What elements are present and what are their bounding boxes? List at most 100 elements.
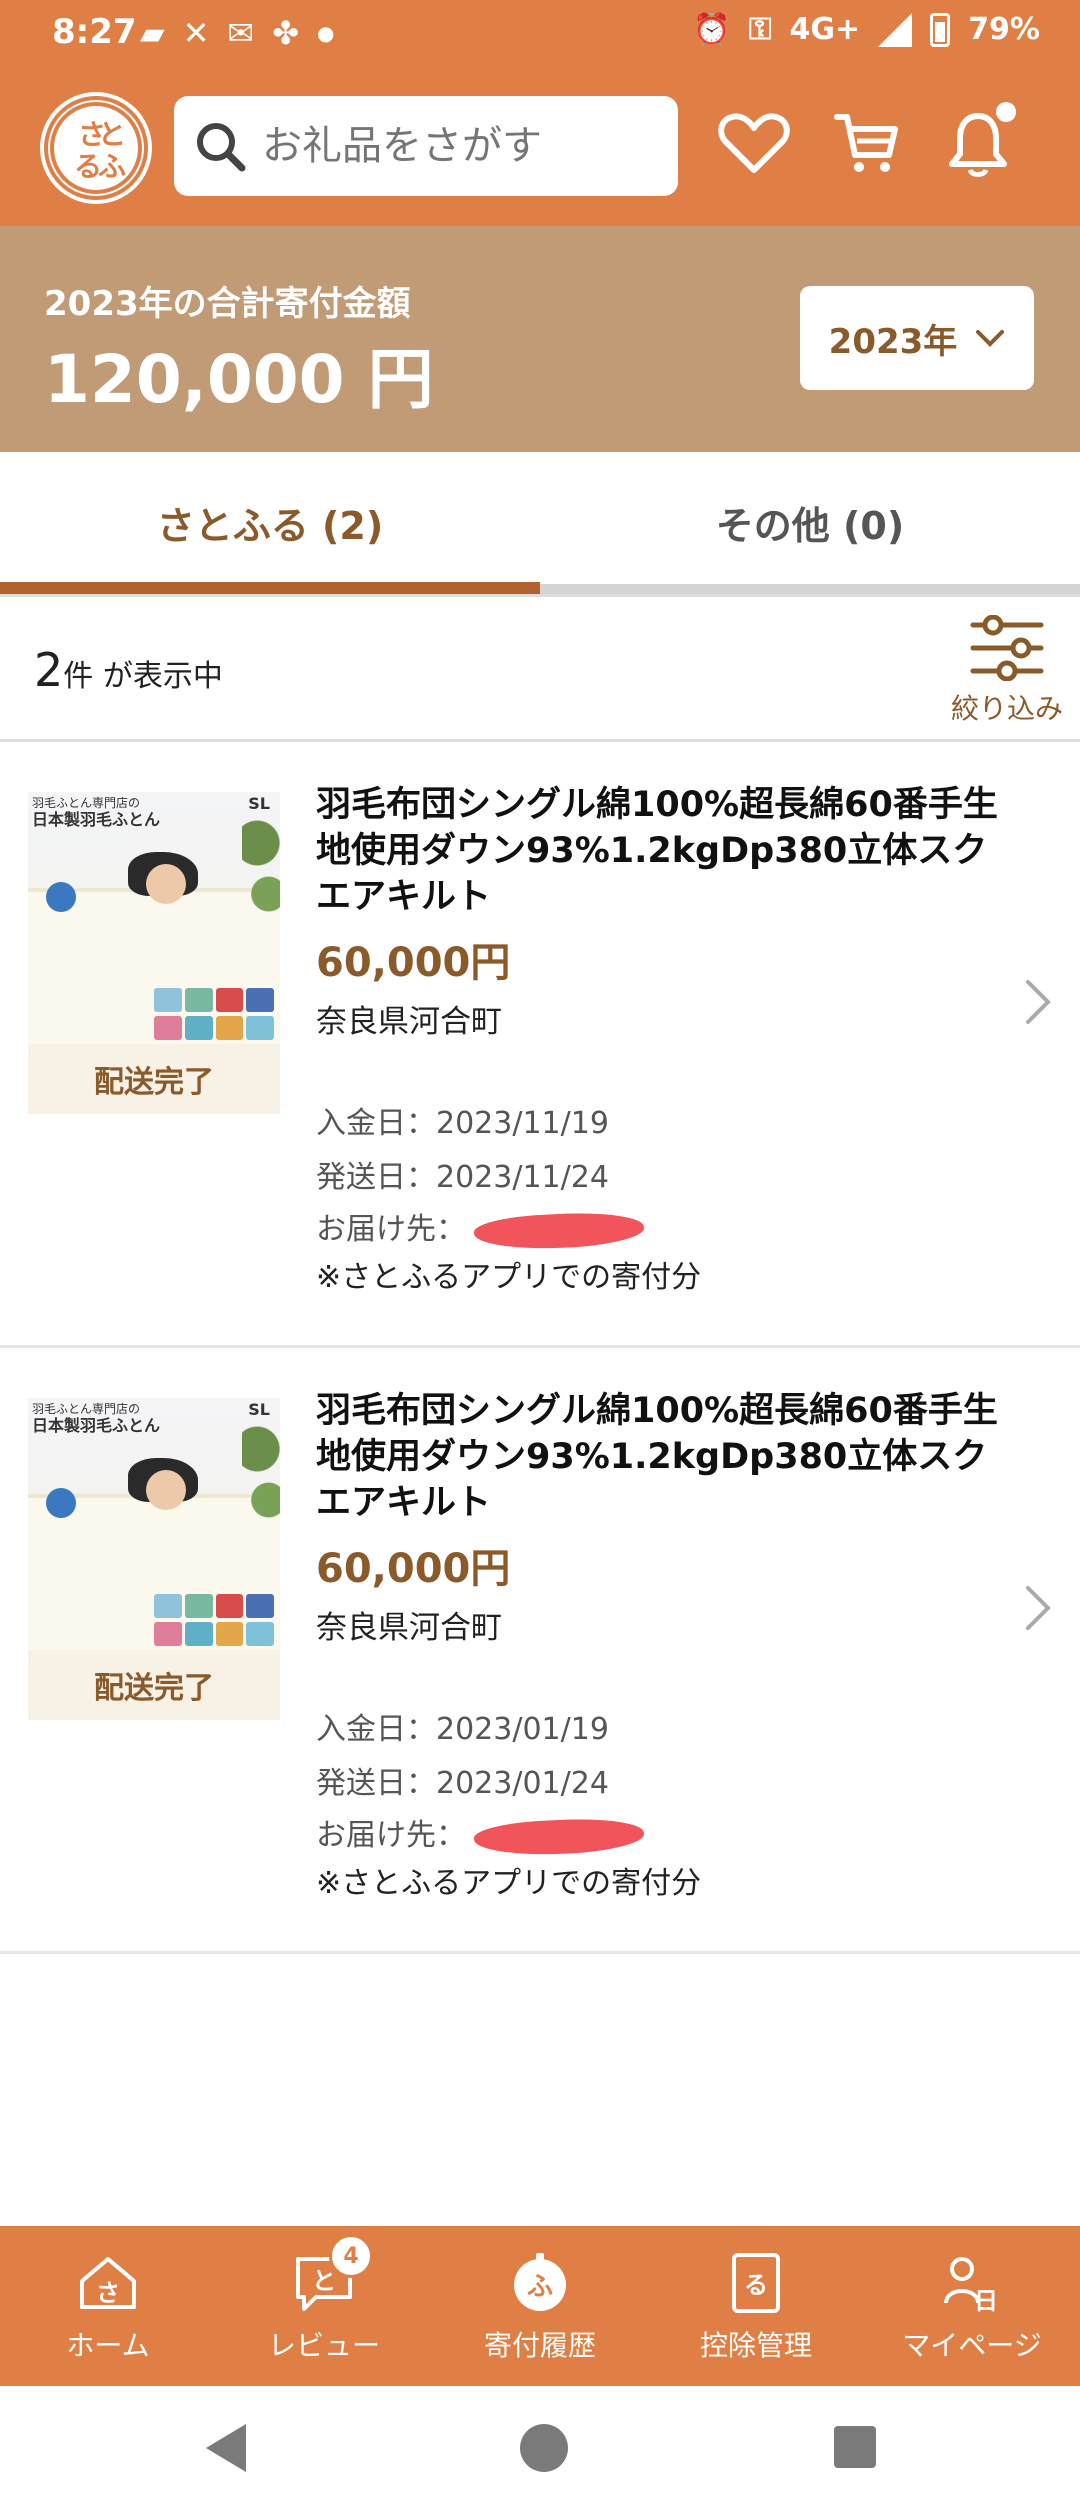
delivery-label: お届け先： <box>316 1212 466 1247</box>
search-icon <box>192 118 248 174</box>
notifications-button[interactable] <box>940 102 1016 182</box>
tab-other[interactable]: その他 (0) <box>540 452 1080 592</box>
notification-icons: ▰ ✕ ✉ ✤ ● <box>140 14 335 52</box>
nav-mypage[interactable]: 日 マイページ <box>864 2226 1080 2386</box>
item-title: 羽毛布団シングル綿100%超長綿60番手生地使用ダウン93%1.2kgDp380… <box>316 785 998 917</box>
history-icon: ふ <box>505 2248 575 2318</box>
deduction-icon: る <box>721 2248 791 2318</box>
app-header: さ と る ふ <box>0 66 1080 226</box>
feature-badges <box>154 988 274 1040</box>
pinwheel-icon: ✤ <box>272 14 300 52</box>
home-circle-icon[interactable] <box>520 2424 568 2472</box>
delivery-label: お届け先： <box>316 1818 466 1853</box>
battery-level: 79% <box>968 12 1040 47</box>
tab-indicator-active <box>0 582 540 594</box>
donation-item[interactable]: 羽毛ふとん専門店の 日本製羽毛ふとん SL 配送完了 羽毛布団シングル綿100%… <box>0 742 1080 1348</box>
plant-graphic <box>242 1398 280 1568</box>
battery-icon <box>930 12 951 47</box>
item-thumbnail: 羽毛ふとん専門店の 日本製羽毛ふとん SL 配送完了 <box>28 792 280 1114</box>
app-donation-note: ※さとふるアプリでの寄付分 <box>316 1260 702 1295</box>
status-bar: 8:27 ▰ ✕ ✉ ✤ ● ⏰ ⚿ 4G+ 79% <box>0 0 1080 66</box>
year-select-value: 2023年 <box>828 321 958 362</box>
cart-button[interactable] <box>828 106 904 182</box>
result-count: 2件 が表示中 <box>34 643 223 697</box>
clock-graphic <box>46 1488 76 1518</box>
favorites-button[interactable] <box>716 106 792 182</box>
redacted-address <box>473 1815 645 1858</box>
search-input[interactable] <box>262 123 642 169</box>
back-icon[interactable] <box>206 2424 246 2472</box>
nav-history-label: 寄付履歴 <box>483 2329 596 2362</box>
home-icon: さ <box>73 2248 143 2318</box>
delivery-status: 配送完了 <box>94 1671 214 1706</box>
summary-label: 2023年の合計寄付金額 <box>44 284 411 324</box>
gmail-icon: ✉ <box>227 14 255 52</box>
thumb-tagline: 羽毛ふとん専門店の 日本製羽毛ふとん <box>32 1402 160 1436</box>
signal-icon <box>878 12 913 47</box>
item-region: 奈良県河合町 <box>316 1610 502 1646</box>
feature-badges <box>154 1594 274 1646</box>
result-count-number: 2 <box>34 643 64 697</box>
nav-review-label: レビュー <box>267 2329 380 2362</box>
donation-item[interactable]: 羽毛ふとん専門店の 日本製羽毛ふとん SL 配送完了 羽毛布団シングル綿100%… <box>0 1348 1080 1954</box>
nav-review[interactable]: と 4 レビュー <box>216 2226 432 2386</box>
thumb-tagline-small: 羽毛ふとん専門店の <box>32 796 141 810</box>
review-count-badge: 4 <box>329 2234 373 2278</box>
recent-apps-icon[interactable] <box>834 2426 876 2468</box>
satofull-logo[interactable]: さ と る ふ <box>44 96 148 200</box>
bottom-navigation: さ ホーム と 4 レビュー ふ 寄付履歴 る 控除管理 日 マイページ <box>0 2226 1080 2386</box>
thumb-tagline-main: 日本製羽毛ふとん <box>32 810 161 830</box>
nav-deduction[interactable]: る 控除管理 <box>648 2226 864 2386</box>
tab-satofull[interactable]: さとふる (2) <box>0 452 540 592</box>
nav-home-label: ホーム <box>66 2329 150 2362</box>
donation-summary: 2023年の合計寄付金額 120,000 円 2023年 <box>0 226 1080 452</box>
history-glyph: ふ <box>527 2272 553 2302</box>
ship-date: 発送日：2023/01/24 <box>316 1766 609 1801</box>
status-right: ⏰ ⚿ 4G+ 79% <box>693 12 1040 47</box>
item-price: 60,000円 <box>316 940 511 986</box>
cart-icon <box>834 114 898 172</box>
redacted-address <box>473 1209 645 1252</box>
ship-date: 発送日：2023/11/24 <box>316 1160 609 1195</box>
nav-history[interactable]: ふ 寄付履歴 <box>432 2226 648 2386</box>
product-image: 羽毛ふとん専門店の 日本製羽毛ふとん SL <box>28 1398 280 1650</box>
mypage-glyph: 日 <box>974 2287 998 2315</box>
year-select[interactable]: 2023年 <box>800 286 1034 390</box>
thumb-tagline: 羽毛ふとん専門店の 日本製羽毛ふとん <box>32 796 160 830</box>
face-graphic <box>146 1470 186 1510</box>
search-box[interactable] <box>174 96 678 196</box>
app-donation-note: ※さとふるアプリでの寄付分 <box>316 1866 702 1901</box>
delivery-address: お届け先： <box>316 1204 645 1252</box>
more-notifications-icon: ● <box>317 21 335 45</box>
home-glyph: さ <box>96 2279 120 2307</box>
filter-sliders-icon <box>970 615 1044 681</box>
mypage-icon: 日 <box>937 2248 1007 2318</box>
logo-mark: さ と る ふ <box>50 102 142 194</box>
heart-icon <box>718 113 790 173</box>
news-app-icon: ▰ <box>140 14 165 52</box>
chevron-down-icon <box>976 330 1005 347</box>
thumb-tagline-main: 日本製羽毛ふとん <box>32 1416 161 1436</box>
nav-home[interactable]: さ ホーム <box>0 2226 216 2386</box>
thumb-size-label: SL <box>248 794 270 813</box>
network-type: 4G+ <box>789 12 861 47</box>
filter-label: 絞り込み <box>950 692 1063 725</box>
paid-date: 入金日：2023/01/19 <box>316 1712 609 1747</box>
chevron-right-icon <box>1026 980 1051 1024</box>
x-app-icon: ✕ <box>182 14 210 52</box>
review-glyph: と <box>312 2267 336 2295</box>
thumb-tagline-small: 羽毛ふとん専門店の <box>32 1402 141 1416</box>
plant-graphic <box>242 792 280 962</box>
tab-bar: さとふる (2) その他 (0) <box>0 452 1080 592</box>
item-region: 奈良県河合町 <box>316 1004 502 1040</box>
result-count-suffix: 件 が表示中 <box>63 659 223 694</box>
key-icon: ⚿ <box>748 12 772 47</box>
summary-amount: 120,000 円 <box>44 341 434 418</box>
item-price: 60,000円 <box>316 1546 511 1592</box>
clock-graphic <box>46 882 76 912</box>
svg-text:と: と <box>98 118 126 151</box>
alarm-icon: ⏰ <box>693 12 731 47</box>
svg-text:ふ: ふ <box>98 150 126 183</box>
filter-button[interactable]: 絞り込み <box>942 615 1072 727</box>
nav-deduction-label: 控除管理 <box>699 2329 812 2362</box>
